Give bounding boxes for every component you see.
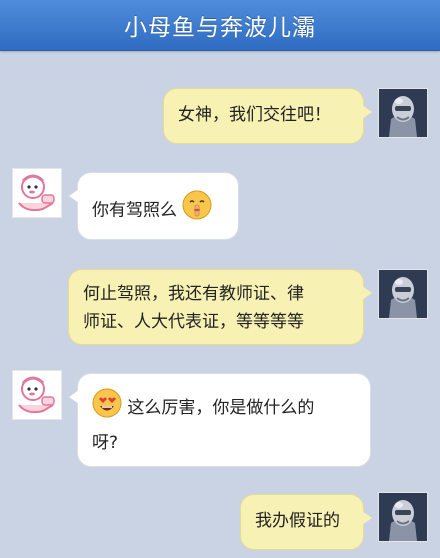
message-text: 女神，我们交往吧！ [178, 105, 331, 125]
message-text: 你有驾照么 [92, 200, 177, 221]
chat-title-bar: 小母鱼与奔波儿灞 [0, 0, 440, 51]
robot-avatar-icon [379, 493, 427, 541]
robot-avatar-icon [379, 89, 427, 137]
avatar-me[interactable] [378, 269, 428, 319]
avatar-me[interactable] [378, 492, 428, 542]
cartoon-girl-avatar-icon [13, 371, 61, 419]
robot-avatar-icon [379, 270, 427, 318]
shush-face-icon [182, 190, 212, 231]
avatar-girl[interactable] [12, 168, 62, 218]
message-bubble-outgoing[interactable]: 我办假证的 [240, 494, 372, 550]
message-bubble-incoming[interactable]: 你有驾照么 [69, 172, 239, 240]
avatar-me[interactable] [378, 88, 428, 138]
heart-eyes-icon [92, 388, 122, 428]
message-text-line: 呀? [92, 433, 119, 453]
chat-title: 小母鱼与奔波儿灞 [124, 15, 316, 41]
message-bubble-outgoing[interactable]: 何止驾照，我还有教师证、律 师证、人大代表证，等等等等 [68, 269, 372, 345]
message-text-line: 何止驾照，我还有教师证、律 [83, 284, 304, 304]
message-text: 我办假证的 [255, 511, 340, 531]
message-text-line: 这么厉害，你是做什么的 [127, 398, 315, 418]
avatar-girl[interactable] [12, 370, 62, 420]
message-bubble-incoming[interactable]: 这么厉害，你是做什么的 呀? [69, 373, 371, 467]
cartoon-girl-avatar-icon [13, 169, 61, 217]
message-bubble-outgoing[interactable]: 女神，我们交往吧！ [163, 88, 372, 144]
message-text-line: 师证、人大代表证，等等等等 [83, 312, 304, 332]
